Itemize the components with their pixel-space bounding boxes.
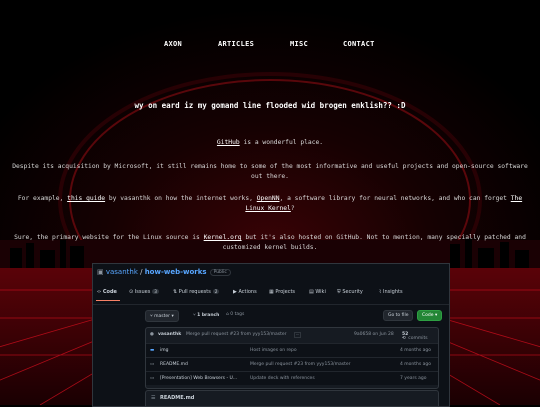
file-icon: ▭ [150,362,155,367]
page-heading: wy on eard iz my gomand line flooded wid… [134,101,406,110]
commit-author[interactable]: vasanthk [158,332,181,337]
paragraph-3-text-2: by vasanthk on how the internet works, [105,195,257,202]
tab-pull-requests-label: Pull requests [178,289,211,295]
github-repo-screenshot: ▣ vasanthk / how-web-works Public ‹› Code… [92,263,450,407]
branches-link[interactable]: ⑂ 1 branch [193,312,219,318]
latest-commit-bar: ● vasanthk Merge pull request #23 from y… [146,328,438,343]
tab-insights-label: Insights [383,289,403,295]
nav-link-misc[interactable]: MISC [290,40,308,48]
tabs-divider [93,304,449,305]
paragraph-3-text-4: ? [290,205,295,212]
tab-actions-label: Actions [238,289,257,295]
paragraph-4: Sure, the primary website for the Linux … [8,233,532,253]
tags-count: 0 tags [230,312,245,317]
file-commit-message[interactable]: Update deck with references [250,376,315,381]
avatar: ● [150,332,154,337]
readme-header: ☰ README.md [145,390,439,406]
branch-select-button[interactable]: ⑂ master ▾ [145,310,179,322]
repo-tabs: ‹› Code ⊙ Issues 3 ⇅ Pull requests 2 ▶ Act… [97,289,447,299]
commits-link[interactable]: ⟲ 52 commits [402,332,428,341]
repo-separator: / [137,268,145,276]
table-row[interactable]: ▭ README.md Merge pull request #23 from … [146,357,438,371]
tab-code[interactable]: ‹› Code [97,289,117,295]
paragraph-4-text-1: Sure, the primary website for the Linux … [14,234,204,241]
go-to-file-button[interactable]: Go to file [383,310,414,321]
active-tab-indicator [96,300,120,301]
commits-label: commits [408,336,428,341]
chevron-down-icon: ▾ [433,313,438,318]
list-icon[interactable]: ☰ [151,395,155,401]
file-table: ● vasanthk Merge pull request #23 from y… [145,327,439,389]
issues-count: 3 [152,289,159,294]
this-guide-link[interactable]: this guide [67,195,105,202]
tags-link[interactable]: ⌂ 0 tags [226,312,244,317]
file-date: 4 months ago [400,348,432,353]
table-row[interactable]: ▭ [Presentation] Web Browsers - U... Upd… [146,371,438,385]
nav-link-axon[interactable]: AXON [164,40,182,48]
tab-wiki[interactable]: ▤ Wiki [309,289,326,295]
paragraph-3-text-3: , a software library for neural networks… [279,195,511,202]
nav-link-contact[interactable]: CONTACT [343,40,375,48]
pull-requests-count: 2 [212,289,220,294]
branches-count: 1 branch [197,313,220,318]
visibility-badge: Public [209,268,231,276]
tab-wiki-label: Wiki [315,289,326,295]
file-name[interactable]: img [160,348,169,353]
chevron-down-icon: ▾ [170,314,174,319]
paragraph-3-text-1: For example, [17,195,68,202]
table-row[interactable]: ▬ img Host images on repo 4 months ago [146,343,438,357]
tab-pull-requests[interactable]: ⇅ Pull requests 2 [173,289,220,295]
file-commit-message[interactable]: Host images on repo [250,348,297,353]
code-button[interactable]: Code ▾ [417,310,443,321]
github-link[interactable]: GitHub [217,139,240,146]
file-commit-message[interactable]: Merge pull request #23 from yyy153/maste… [250,362,350,367]
folder-icon: ▬ [150,348,155,353]
code-button-label: Code [422,313,434,318]
file-icon: ▭ [150,376,155,381]
paragraph-2: Despite its acquisition by Microsoft, it… [12,163,528,180]
repo-owner[interactable]: vasanthk [106,268,138,276]
readme-title[interactable]: README.md [160,395,194,401]
paragraph-4-text-2: but it's also hosted on GitHub. Not to m… [222,234,526,251]
file-name[interactable]: README.md [160,362,188,367]
tab-security[interactable]: ⛨ Security [337,289,363,295]
repo-name[interactable]: how-web-works [145,268,207,276]
tab-projects-label: Projects [275,289,296,295]
tab-issues[interactable]: ⊙ Issues 3 [129,289,159,295]
file-name[interactable]: [Presentation] Web Browsers - U... [160,376,237,381]
file-date: 4 months ago [400,362,432,367]
commit-hash[interactable]: 9a0658 on Jun 28 [354,332,394,337]
tab-security-label: Security [342,289,363,295]
branch-name: master [154,314,171,319]
tab-insights[interactable]: ⌇ Insights [379,289,403,295]
paragraph-1-text: is a wonderful place. [239,139,324,146]
paragraph-1: GitHub is a wonderful place. [8,138,532,148]
paragraph-3: For example, this guide by vasanthk on h… [8,194,532,214]
commit-message[interactable]: Merge pull request #23 from yyy153/maste… [186,332,286,337]
tab-projects[interactable]: ▦ Projects [269,289,295,295]
nav-link-articles[interactable]: ARTICLES [218,40,254,48]
repo-icon: ▣ [97,268,106,276]
commit-ellipsis[interactable]: ··· [294,332,302,338]
tab-code-label: Code [102,289,117,295]
repo-header: ▣ vasanthk / how-web-works Public [97,268,231,276]
opennn-link[interactable]: OpenNN [257,195,280,202]
history-icon: ⟲ [402,336,406,341]
tab-issues-label: Issues [134,289,151,295]
kernel-org-link[interactable]: Kernel.org [204,234,242,241]
tab-actions[interactable]: ▶ Actions [233,289,257,295]
file-date: 7 years ago [400,376,427,381]
